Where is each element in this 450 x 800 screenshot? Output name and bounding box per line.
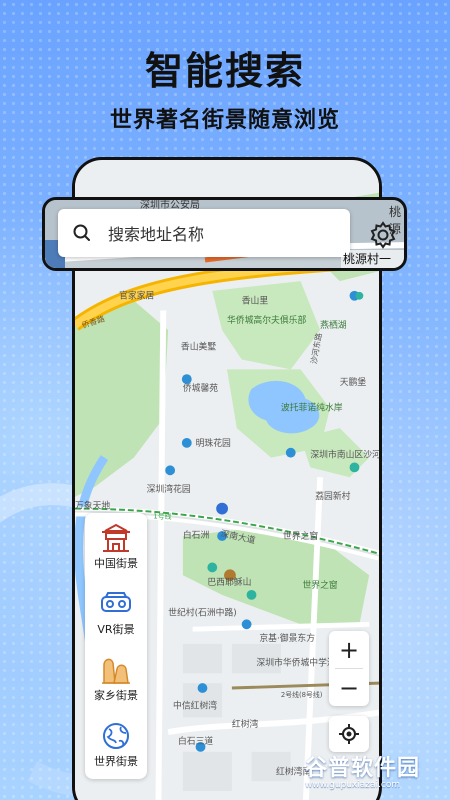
map-label-line9: 2号线(8号线) — [281, 690, 323, 699]
watermark-title: 谷普软件园 — [305, 756, 421, 781]
watermark-url: www.gupuxiazai.com — [305, 780, 401, 790]
globe-icon — [103, 723, 129, 749]
map-label-baishizhou: 白石洲 — [183, 529, 210, 541]
map-label-window2: 世界之窗 — [303, 579, 338, 591]
zoom-controls: + − — [329, 631, 369, 706]
gear-icon[interactable] — [368, 220, 398, 250]
map-label-barcelona: 巴西耶稣山 — [207, 576, 251, 588]
promo-headline: 智能搜索 — [144, 49, 305, 93]
category-label: 中国街景 — [94, 557, 138, 570]
category-panel: 中国街景 VR街景 家乡街景 世界街景 — [85, 513, 147, 779]
locate-button[interactable] — [329, 716, 369, 752]
search-placeholder: 搜索地址名称 — [108, 225, 205, 244]
map-label-xiangshanmeishu: 香山美墅 — [181, 341, 216, 353]
category-hometown[interactable]: 家乡街景 — [85, 649, 147, 715]
hometown-icon — [102, 658, 130, 684]
map-label-guanjia: 官家家居 — [119, 290, 154, 302]
search-panel: 深圳市公安局 搜索地址名称 桃源 桃源村一期 — [42, 197, 407, 271]
search-icon — [73, 224, 90, 241]
map-label-xiangshanli: 香山里 — [242, 296, 269, 307]
map-label-qiaochengxinyuan: 侨城馨苑 — [183, 382, 218, 394]
locate-icon — [339, 724, 359, 744]
map-label-window: 世界之窗 — [283, 530, 318, 542]
map-label-wanxiang: 万象天地 — [75, 500, 110, 512]
map-label-lake: 波托菲诺纯水岸 — [281, 402, 343, 414]
watermark: 谷普软件园 www.gupuxiazai.com — [305, 750, 450, 800]
map-label-jiyuan: 荔园新村 — [315, 490, 350, 502]
category-label: 世界街景 — [94, 755, 138, 768]
map-label-yanchui: 燕栖湖 — [320, 319, 347, 331]
search-input[interactable]: 搜索地址名称 — [58, 209, 350, 257]
promo-subline: 世界著名街景随意浏览 — [109, 108, 340, 133]
category-world[interactable]: 世界街景 — [85, 715, 147, 781]
map-label-shijicun: 世纪村(石洲中路) — [168, 606, 237, 618]
category-china[interactable]: 中国街景 — [85, 517, 147, 583]
category-label: VR街景 — [97, 623, 135, 636]
map-label-jingji: 京基·御景东方 — [259, 632, 315, 644]
search-map-label-bottom: 桃源村一期 — [341, 250, 404, 268]
zoom-out-button[interactable]: − — [329, 669, 369, 706]
map-label-nanshan: 深圳市南山区沙河小学 — [310, 449, 379, 461]
map-label-shenwan: 深圳湾花园 — [147, 483, 191, 495]
gate-icon — [102, 523, 130, 552]
category-vr[interactable]: VR街景 — [85, 583, 147, 649]
map-label-zhongxin: 中信红树湾 — [173, 700, 217, 712]
map-label-hongshuwan: 红树湾 — [232, 718, 259, 730]
map-label-tianpengbao: 天鹏堡 — [340, 376, 367, 388]
map-label-line1: 1号线 — [153, 511, 171, 520]
map-label-huaqiao: 华侨城高尔夫俱乐部 — [227, 314, 306, 326]
zoom-in-button[interactable]: + — [329, 631, 369, 668]
map-label-baishisandao: 白石三道 — [178, 735, 213, 747]
map-label-mingzhu: 明珠花园 — [196, 437, 231, 449]
vr-glasses-icon — [101, 592, 131, 612]
category-label: 家乡街景 — [94, 689, 138, 702]
